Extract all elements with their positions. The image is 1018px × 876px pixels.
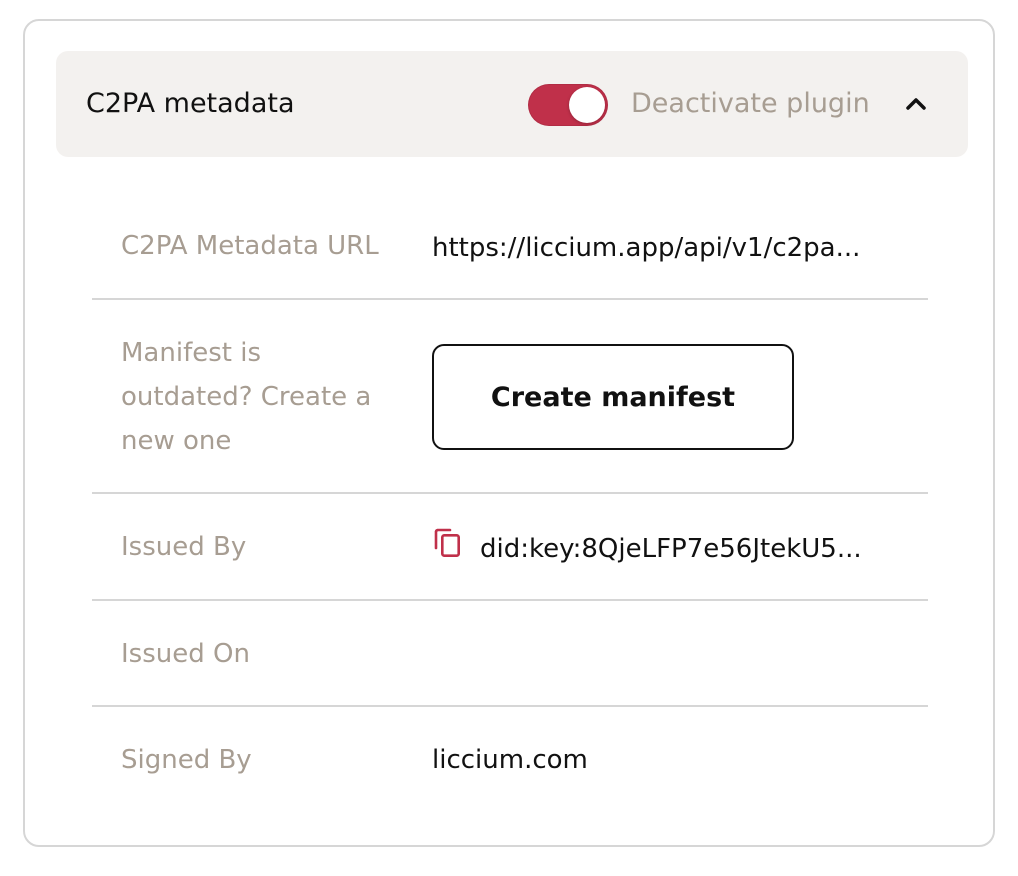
chevron-up-icon[interactable]	[904, 93, 928, 113]
signed-by-label: Signed By	[121, 745, 252, 775]
divider	[92, 599, 928, 601]
toggle-knob	[569, 87, 605, 123]
divider	[92, 492, 928, 494]
toggle-label: Deactivate plugin	[631, 88, 870, 119]
issued-by-label: Issued By	[121, 532, 247, 562]
panel-title: C2PA metadata	[86, 88, 295, 119]
manifest-label-line2: outdated? Create a	[121, 382, 372, 412]
create-manifest-button[interactable]: Create manifest	[432, 344, 794, 450]
issued-by-value: did:key:8QjeLFP7e56JtekU5...	[480, 534, 862, 564]
panel-header[interactable]: C2PA metadata Deactivate plugin	[56, 51, 968, 157]
plugin-toggle[interactable]	[528, 84, 608, 126]
manifest-label-line1: Manifest is	[121, 338, 261, 368]
metadata-url-value[interactable]: https://liccium.app/api/v1/c2pa...	[432, 231, 860, 265]
manifest-label-line3: new one	[121, 426, 232, 456]
divider	[92, 298, 928, 300]
divider	[92, 705, 928, 707]
issued-on-label: Issued On	[121, 639, 250, 669]
copy-icon[interactable]	[434, 528, 462, 558]
signed-by-value: liccium.com	[432, 745, 588, 775]
metadata-url-label: C2PA Metadata URL	[121, 231, 379, 261]
